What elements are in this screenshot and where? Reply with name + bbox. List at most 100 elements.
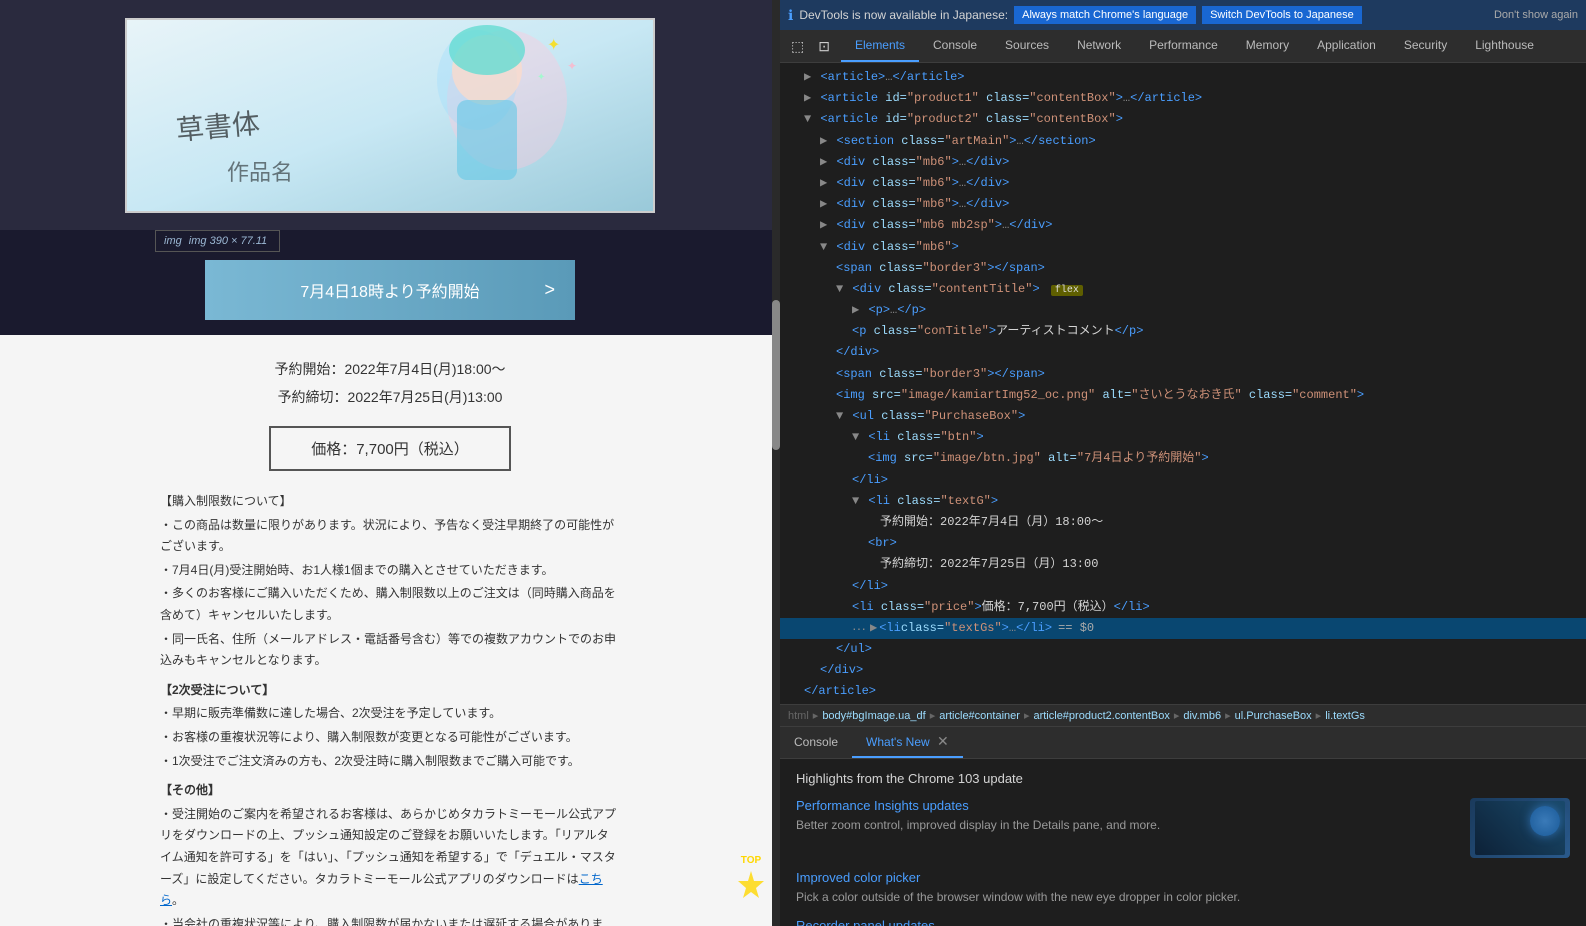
devtools-toolbar: ⬚ ⊡ (780, 30, 841, 62)
html-tree-row[interactable]: <li class="price">価格：7,700円（税込）</li> (780, 597, 1586, 618)
collapse-arrow[interactable]: ▶ (852, 303, 859, 317)
collapse-arrow[interactable]: ▶ (820, 218, 827, 232)
html-tree-row[interactable]: ▶ <section class="artMain">…</section> (780, 131, 1586, 152)
breadcrumb-body[interactable]: body#bgImage.ua_df (822, 710, 925, 722)
tab-application[interactable]: Application (1303, 30, 1390, 62)
svg-text:✦: ✦ (567, 59, 577, 73)
dismiss-notification-button[interactable]: Don't show again (1494, 9, 1578, 21)
note-11: ・当会社の重複状況等により、購入制限数が届かないまたは遅延する場合があります。 (160, 914, 620, 926)
html-tree-row[interactable]: 予約開始：2022年7月4日（月）18:00～ (780, 512, 1586, 533)
tab-lighthouse[interactable]: Lighthouse (1461, 30, 1548, 62)
html-tree-row[interactable]: ▶ <div class="mb6">…</div> (780, 194, 1586, 215)
html-tree-row[interactable]: ▼ <article id="product2" class="contentB… (780, 109, 1586, 130)
tab-sources[interactable]: Sources (991, 30, 1063, 62)
html-tree-row[interactable]: ▶ <div class="mb6">…</div> (780, 152, 1586, 173)
collapse-arrow[interactable]: ▼ (836, 282, 843, 296)
reservation-button[interactable]: 7月4日18時より予約開始 (205, 260, 575, 320)
device-toolbar-button[interactable]: ⊡ (813, 35, 835, 58)
inspect-element-button[interactable]: ⬚ (786, 35, 809, 58)
match-language-button[interactable]: Always match Chrome's language (1014, 6, 1196, 24)
collapse-arrow[interactable]: ▶ (820, 197, 827, 211)
collapse-arrow[interactable]: ▶ (804, 70, 811, 84)
collapse-arrow[interactable]: ▼ (852, 430, 859, 444)
html-tree-row-selected[interactable]: ··· ▶ <li class="textGs">…</li> == $0 (780, 618, 1586, 639)
card-image-inner (1475, 801, 1565, 855)
html-tree-row[interactable]: ▼ <ul class="PurchaseBox"> (780, 406, 1586, 427)
breadcrumb-li-textgs[interactable]: li.textGs (1325, 710, 1365, 722)
breadcrumb-ul-purchasebox[interactable]: ul.PurchaseBox (1235, 710, 1312, 722)
html-tree-row[interactable]: </article> (780, 681, 1586, 702)
bottom-tab-whats-new[interactable]: What's New ✕ (852, 727, 963, 758)
bottom-tab-console[interactable]: Console (780, 729, 852, 757)
update-card-desc: Better zoom control, improved display in… (796, 817, 1458, 834)
product-info: 予約開始：2022年7月4日(月)18:00～ 予約締切：2022年7月25日(… (0, 335, 780, 926)
tab-network[interactable]: Network (1063, 30, 1135, 62)
update-card-title-3[interactable]: Recorder panel updates (796, 918, 1570, 926)
html-tree-row[interactable]: <br> (780, 533, 1586, 554)
breadcrumb-div-mb6[interactable]: div.mb6 (1183, 710, 1221, 722)
collapse-arrow[interactable]: ▼ (820, 240, 827, 254)
html-tree-row[interactable]: </li> (780, 576, 1586, 597)
html-tree-row[interactable]: <img src="image/kamiartImg52_oc.png" alt… (780, 385, 1586, 406)
tab-performance[interactable]: Performance (1135, 30, 1232, 62)
note-1: ・この商品は数量に限りがあります。状況により、予告なく受注早期終了の可能性がござ… (160, 515, 620, 558)
tooltip-tag: img (164, 235, 182, 247)
html-tree-row[interactable]: 予約締切：2022年7月25日（月）13:00 (780, 554, 1586, 575)
collapse-arrow[interactable]: ▶ (820, 134, 827, 148)
html-tree-row[interactable]: <p class="conTitle">アーティストコメント</p> (780, 321, 1586, 342)
tab-memory[interactable]: Memory (1232, 30, 1303, 62)
reservation-btn-area: 7月4日18時より予約開始 (0, 230, 780, 335)
breadcrumb-article-container[interactable]: article#container (939, 710, 1020, 722)
app-download-link[interactable]: こちら (160, 872, 603, 908)
webpage-panel: 草書体 作品名 ✦ ✦ ✦ img img 390 × 77.11 7月4日18… (0, 0, 780, 926)
bottom-tab-bar: Console What's New ✕ (780, 727, 1586, 759)
webpage-scrollbar[interactable] (772, 0, 780, 926)
collapse-arrow[interactable]: ▼ (852, 494, 859, 508)
note-5: 【2次受注について】 (160, 680, 620, 702)
note-3: ・多くのお客様にご購入いただくため、購入制限数以上のご注文は（同時購入商品を含め… (160, 583, 620, 626)
update-card-title-2[interactable]: Improved color picker (796, 870, 1570, 885)
html-tree-row[interactable]: </li> (780, 470, 1586, 491)
html-tree-row[interactable]: ▼ <div class="contentTitle"> flex (780, 279, 1586, 300)
elements-panel[interactable]: ▶ <article>…</article> ▶ <article id="pr… (780, 63, 1586, 704)
svg-text:✦: ✦ (537, 72, 545, 83)
date-end: 予約締切：2022年7月25日(月)13:00 (120, 383, 660, 411)
html-tree-row[interactable]: </div> (780, 342, 1586, 363)
switch-devtools-button[interactable]: Switch DevTools to Japanese (1202, 6, 1362, 24)
tab-security[interactable]: Security (1390, 30, 1461, 62)
collapse-arrow[interactable]: ▼ (804, 112, 811, 126)
html-tree-row[interactable]: ▶ <div class="mb6">…</div> (780, 173, 1586, 194)
tab-console[interactable]: Console (919, 30, 991, 62)
more-options-button[interactable]: ··· (852, 620, 866, 636)
top-label: TOP (741, 855, 761, 866)
collapse-arrow[interactable]: ▶ (804, 91, 811, 105)
update-card-recorder: Recorder panel updates (796, 918, 1570, 926)
update-card-desc-2: Pick a color outside of the browser wind… (796, 889, 1570, 906)
breadcrumb-article-product2[interactable]: article#product2.contentBox (1033, 710, 1169, 722)
html-tree-row[interactable]: ▼ <div class="mb6"> (780, 237, 1586, 258)
html-tree-row[interactable]: ▶ <div class="mb6 mb2sp">…</div> (780, 215, 1586, 236)
update-card-image (1470, 798, 1570, 858)
tab-elements[interactable]: Elements (841, 30, 919, 62)
html-tree-row[interactable]: ▶ <article id="product1" class="contentB… (780, 88, 1586, 109)
product-dates: 予約開始：2022年7月4日(月)18:00～ 予約締切：2022年7月25日(… (120, 355, 660, 411)
top-button-area: TOP (731, 855, 771, 906)
html-tree-row[interactable]: ▼ <li class="btn"> (780, 427, 1586, 448)
webpage-scrollbar-thumb[interactable] (772, 300, 780, 450)
html-tree-row[interactable]: <span class="border3"></span> (780, 258, 1586, 279)
collapse-arrow[interactable]: ▶ (870, 619, 877, 638)
html-tree-row[interactable]: ▶ <p>…</p> (780, 300, 1586, 321)
html-tree-row[interactable]: </ul> (780, 639, 1586, 660)
html-tree-row[interactable]: ▼ <li class="textG"> (780, 491, 1586, 512)
flex-badge: flex (1051, 285, 1083, 296)
html-tree-row[interactable]: </div> (780, 660, 1586, 681)
collapse-arrow[interactable]: ▶ (820, 176, 827, 190)
collapse-arrow[interactable]: ▶ (820, 155, 827, 169)
devtools-notification-bar: ℹ DevTools is now available in Japanese:… (780, 0, 1586, 30)
close-whats-new-button[interactable]: ✕ (937, 733, 949, 749)
collapse-arrow[interactable]: ▼ (836, 409, 843, 423)
html-tree-row[interactable]: <span class="border3"></span> (780, 364, 1586, 385)
html-tree-row[interactable]: <img src="image/btn.jpg" alt="7月4日より予約開始… (780, 448, 1586, 469)
html-tree-row[interactable]: ▶ <article>…</article> (780, 67, 1586, 88)
update-card-title[interactable]: Performance Insights updates (796, 798, 1458, 813)
